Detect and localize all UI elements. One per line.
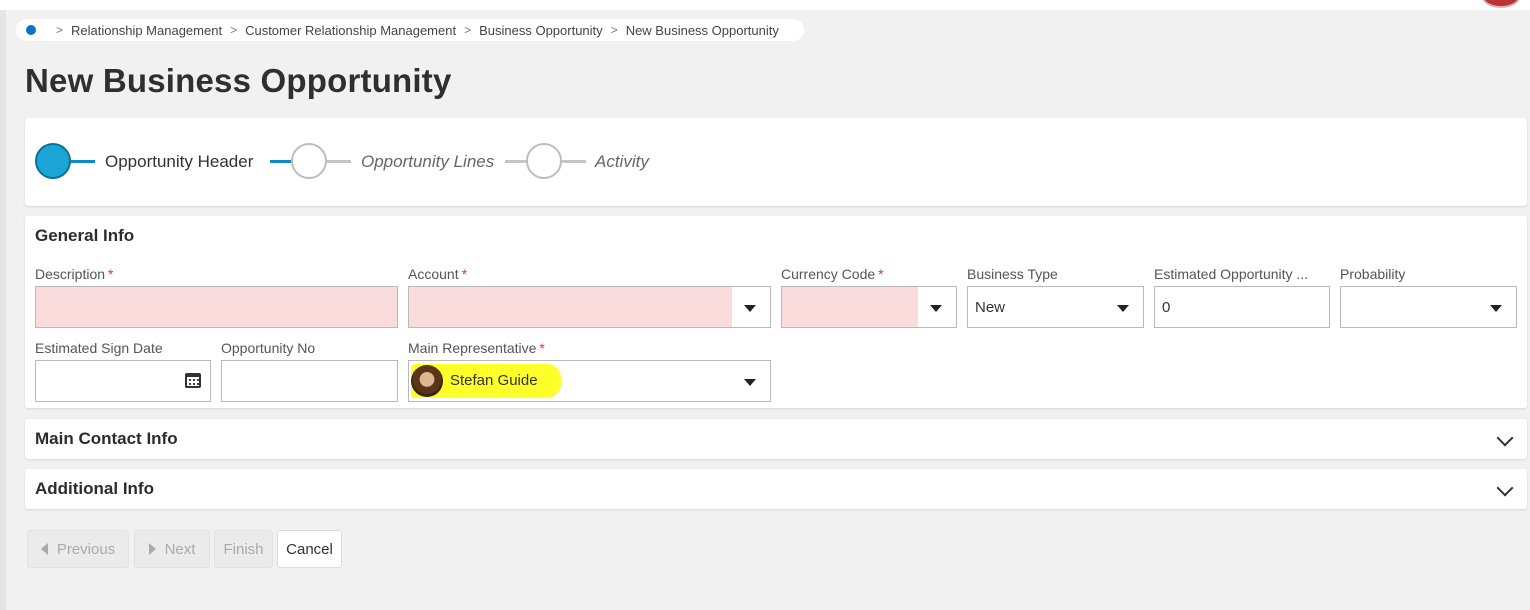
main-representative-select[interactable]: Stefan Guide <box>408 360 771 402</box>
currency-code-label: Currency Code * <box>781 266 884 282</box>
home-icon[interactable] <box>26 25 36 35</box>
step-connector <box>327 160 351 163</box>
chevron-right-icon: > <box>610 23 618 37</box>
step-1-indicator[interactable] <box>35 143 71 179</box>
main-representative-label: Main Representative * <box>408 340 545 356</box>
dropdown-arrow-icon <box>744 305 756 312</box>
additional-info-section[interactable]: Additional Info <box>25 469 1527 509</box>
currency-dropdown-toggle[interactable] <box>918 287 956 327</box>
probability-label: Probability <box>1340 266 1406 282</box>
main-contact-info-title: Main Contact Info <box>35 429 178 448</box>
estimated-sign-date-field[interactable] <box>35 360 211 402</box>
dropdown-arrow-icon <box>744 379 756 386</box>
next-button[interactable]: Next <box>134 530 210 568</box>
currency-code-field[interactable] <box>781 286 957 328</box>
chevron-right-icon: > <box>230 23 238 37</box>
finish-button[interactable]: Finish <box>214 530 273 568</box>
chevron-down-icon[interactable] <box>1496 479 1514 497</box>
step-opportunity-header[interactable]: Opportunity Header <box>105 152 253 172</box>
step-connector <box>71 160 95 163</box>
estimated-opportunity-label: Estimated Opportunity ... <box>1154 266 1309 282</box>
additional-info-title: Additional Info <box>35 479 154 498</box>
step-opportunity-lines[interactable]: Opportunity Lines <box>361 152 494 172</box>
probability-select[interactable] <box>1340 286 1517 328</box>
avatar <box>411 365 443 397</box>
business-type-label: Business Type <box>967 266 1058 282</box>
dropdown-arrow-icon <box>1117 305 1129 312</box>
opportunity-no-label: Opportunity No <box>221 340 316 356</box>
caret-left-icon <box>40 543 48 555</box>
description-field[interactable] <box>35 286 398 328</box>
account-field[interactable] <box>408 286 771 328</box>
estimated-opportunity-field[interactable]: 0 <box>1154 286 1330 328</box>
main-contact-info-section[interactable]: Main Contact Info <box>25 419 1527 459</box>
breadcrumb: > Relationship Management > Customer Rel… <box>16 19 804 41</box>
business-type-select[interactable]: New <box>967 286 1144 328</box>
estimated-sign-date-label: Estimated Sign Date <box>35 340 163 356</box>
opportunity-no-field[interactable] <box>221 360 398 402</box>
step-connector <box>505 160 527 163</box>
breadcrumb-item-business-opportunity[interactable]: Business Opportunity <box>479 23 603 38</box>
breadcrumb-item-current: New Business Opportunity <box>625 22 779 38</box>
step-connector <box>270 160 292 163</box>
step-3-indicator[interactable] <box>526 143 562 179</box>
calendar-icon[interactable] <box>185 373 201 388</box>
chevron-down-icon[interactable] <box>1496 429 1514 447</box>
dropdown-arrow-icon <box>1490 305 1502 312</box>
left-edge <box>0 10 6 610</box>
step-2-indicator[interactable] <box>291 143 327 179</box>
breadcrumb-item-relationship-management[interactable]: Relationship Management <box>71 23 222 38</box>
breadcrumb-item-crm[interactable]: Customer Relationship Management <box>245 23 456 38</box>
account-label: Account * <box>408 266 468 282</box>
caret-right-icon <box>148 543 156 555</box>
page-title: New Business Opportunity <box>25 62 452 99</box>
chevron-right-icon: > <box>464 23 472 37</box>
top-strip <box>0 0 1530 10</box>
main-representative-value: Stefan Guide <box>450 372 538 389</box>
chevron-right-icon: > <box>56 23 64 37</box>
account-dropdown-toggle[interactable] <box>732 287 770 327</box>
general-info-section: General Info Description * Account * Curre… <box>25 216 1527 408</box>
general-info-title: General Info <box>35 226 135 245</box>
description-label: Description * <box>35 266 114 282</box>
step-activity[interactable]: Activity <box>595 152 649 172</box>
previous-button[interactable]: Previous <box>27 530 129 568</box>
wizard-steps: Opportunity Header Opportunity Lines Act… <box>25 118 1527 206</box>
cancel-button[interactable]: Cancel <box>277 530 342 568</box>
dropdown-arrow-icon <box>930 305 942 312</box>
step-connector <box>562 160 586 163</box>
